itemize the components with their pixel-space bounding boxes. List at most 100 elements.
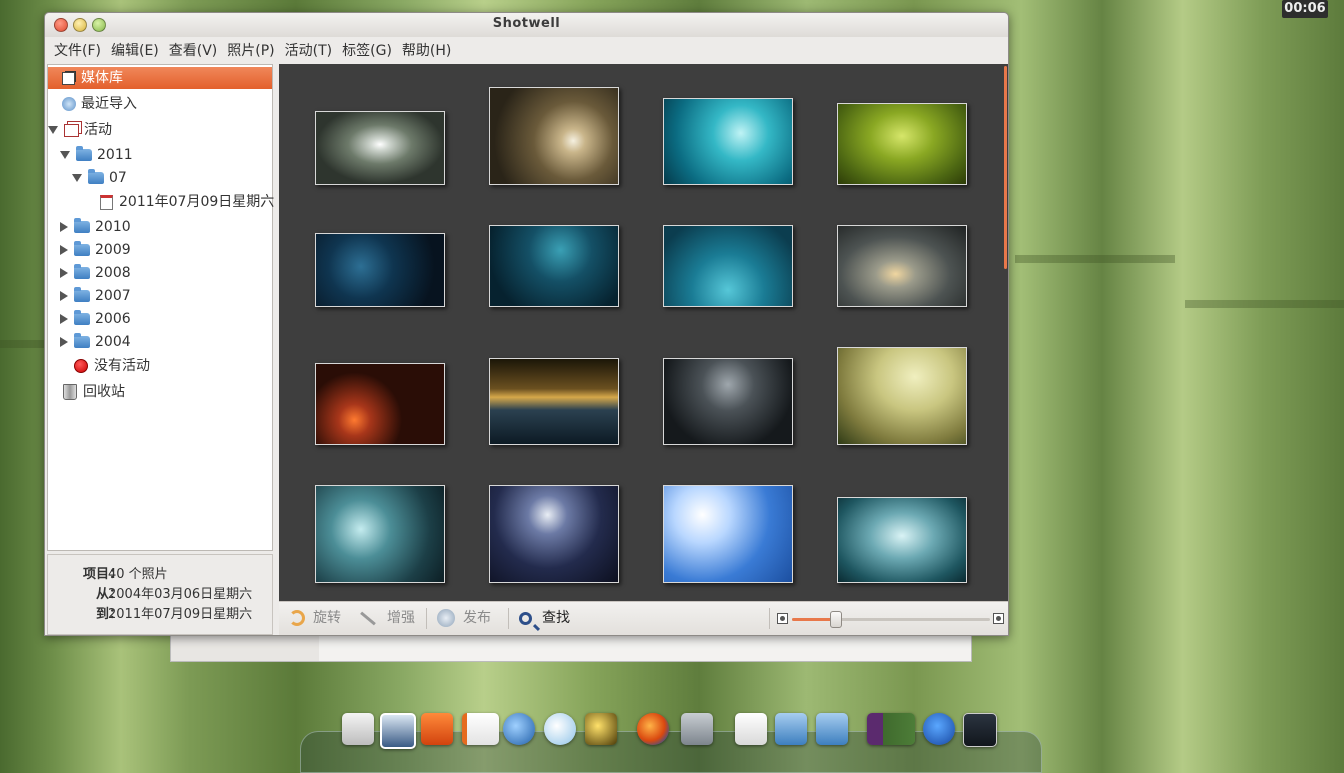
info-value: 2011年07月09日星期六	[108, 607, 253, 622]
titlebar[interactable]: Shotwell	[45, 13, 1008, 37]
rotate-button[interactable]: 旋转	[289, 602, 341, 635]
info-value: 40 个照片	[108, 567, 168, 582]
shopping-bag-icon[interactable]	[421, 713, 453, 745]
folder-icon	[88, 169, 104, 184]
expander-down-icon[interactable]	[60, 151, 70, 159]
expander-right-icon[interactable]	[60, 314, 68, 324]
sidebar-item-trash[interactable]: 回收站	[63, 381, 125, 403]
info-items-row: 项目： 40 个照片	[48, 565, 272, 585]
menubar: 文件(F) 编辑(E) 查看(V) 照片(P) 活动(T) 标签(G) 帮助(H…	[45, 37, 1008, 62]
sidebar-item-recent[interactable]: 最近导入	[62, 93, 137, 115]
enhance-button[interactable]: 增强	[359, 602, 415, 635]
menu-events[interactable]: 活动(T)	[280, 40, 337, 60]
photo-thumbnail[interactable]	[315, 233, 445, 307]
expander-right-icon[interactable]	[60, 268, 68, 278]
photo-grid[interactable]	[279, 64, 1008, 601]
workspace-switcher-icon[interactable]	[867, 713, 915, 745]
thunderbird-icon[interactable]	[503, 713, 535, 745]
sidebar-item-2007[interactable]: 2007	[60, 285, 131, 307]
expander-down-icon[interactable]	[72, 174, 82, 182]
find-label: 查找	[542, 610, 570, 626]
publish-button[interactable]: 发布	[437, 602, 491, 635]
publish-icon	[437, 609, 455, 627]
expander-right-icon[interactable]	[60, 291, 68, 301]
expander-down-icon[interactable]	[48, 126, 58, 134]
wallpaper-icon[interactable]	[585, 713, 617, 745]
sidebar-item-2009[interactable]: 2009	[60, 239, 131, 261]
folder-icon	[74, 264, 90, 279]
photo-thumbnail[interactable]	[663, 358, 793, 445]
sidebar-item-events[interactable]: 活动	[48, 119, 112, 141]
menu-photos[interactable]: 照片(P)	[222, 40, 279, 60]
photo-thumbnail[interactable]	[315, 485, 445, 583]
presentation-icon[interactable]	[462, 713, 499, 745]
sidebar-item-2011[interactable]: 2011	[60, 144, 133, 166]
clock[interactable]: 00:06	[1282, 0, 1328, 18]
sidebar-item-no-event[interactable]: 没有活动	[74, 355, 150, 377]
files-icon[interactable]	[342, 713, 374, 745]
text-editor-icon[interactable]	[735, 713, 767, 745]
sidebar-item-2004[interactable]: 2004	[60, 331, 131, 353]
zoom-slider[interactable]	[792, 611, 990, 628]
folder-icon	[74, 310, 90, 325]
dock	[300, 709, 1042, 773]
expander-right-icon[interactable]	[60, 222, 68, 232]
photo-thumbnail[interactable]	[663, 225, 793, 307]
sidebar-item-2006[interactable]: 2006	[60, 308, 131, 330]
sidebar: 媒体库 最近导入 活动 2011 07 2011年07月09日星期六 2010 …	[47, 64, 274, 551]
menu-edit[interactable]: 编辑(E)	[106, 40, 164, 60]
sidebar-item-label: 2006	[95, 311, 131, 327]
toolbar-separator	[426, 608, 427, 629]
toolbar-separator	[508, 608, 509, 629]
zoom-out-icon[interactable]	[777, 613, 788, 624]
folder-icon	[74, 241, 90, 256]
find-button[interactable]: 查找	[519, 602, 570, 635]
photo-thumbnail[interactable]	[489, 358, 619, 445]
photo-thumbnail[interactable]	[489, 225, 619, 307]
rotate-icon	[289, 610, 305, 626]
expander-right-icon[interactable]	[60, 245, 68, 255]
sidebar-item-day[interactable]: 2011年07月09日星期六	[100, 191, 274, 213]
folder-icon	[74, 218, 90, 233]
enhance-label: 增强	[387, 610, 415, 626]
menu-file[interactable]: 文件(F)	[49, 40, 106, 60]
photo-thumbnail[interactable]	[315, 363, 445, 445]
photo-thumbnail[interactable]	[663, 485, 793, 583]
photo-thumbnail[interactable]	[837, 225, 967, 307]
sidebar-item-label: 2011	[97, 147, 133, 163]
expander-right-icon[interactable]	[60, 337, 68, 347]
sidebar-item-label: 2007	[95, 288, 131, 304]
photo-thumbnail[interactable]	[837, 347, 967, 445]
info-to-row: 到： 2011年07月09日星期六	[48, 605, 272, 625]
photo-thumbnail[interactable]	[489, 87, 619, 185]
folder-icon	[74, 287, 90, 302]
menu-view[interactable]: 查看(V)	[164, 40, 223, 60]
photo-thumbnail[interactable]	[837, 103, 967, 185]
calculator-icon[interactable]	[681, 713, 713, 745]
downloads-folder-icon[interactable]	[816, 713, 848, 745]
sidebar-item-07[interactable]: 07	[72, 167, 127, 189]
timeline-folder-icon[interactable]	[775, 713, 807, 745]
sidebar-item-label: 07	[109, 170, 127, 186]
sidebar-item-library[interactable]: 媒体库	[48, 67, 272, 89]
no-event-icon	[74, 359, 88, 373]
sidebar-item-label: 2010	[95, 219, 131, 235]
photo-thumbnail[interactable]	[315, 111, 445, 185]
photo-thumbnail[interactable]	[489, 485, 619, 583]
menu-help[interactable]: 帮助(H)	[397, 40, 456, 60]
photo-thumbnail[interactable]	[837, 497, 967, 583]
scroll-indicator[interactable]	[1004, 66, 1007, 269]
sidebar-item-label: 媒体库	[81, 70, 123, 86]
firefox-icon[interactable]	[637, 713, 669, 745]
sidebar-item-2008[interactable]: 2008	[60, 262, 131, 284]
zoom-slider-handle[interactable]	[830, 611, 842, 628]
menu-tags[interactable]: 标签(G)	[337, 40, 397, 60]
photo-thumbnail[interactable]	[663, 98, 793, 185]
accessibility-icon[interactable]	[923, 713, 955, 745]
desktop-icon[interactable]	[963, 713, 997, 747]
zoom-in-icon[interactable]	[993, 613, 1004, 624]
photo-viewer-icon[interactable]	[380, 713, 416, 749]
messenger-icon[interactable]	[544, 713, 576, 745]
sidebar-item-2010[interactable]: 2010	[60, 216, 131, 238]
calendar-icon	[100, 194, 113, 210]
